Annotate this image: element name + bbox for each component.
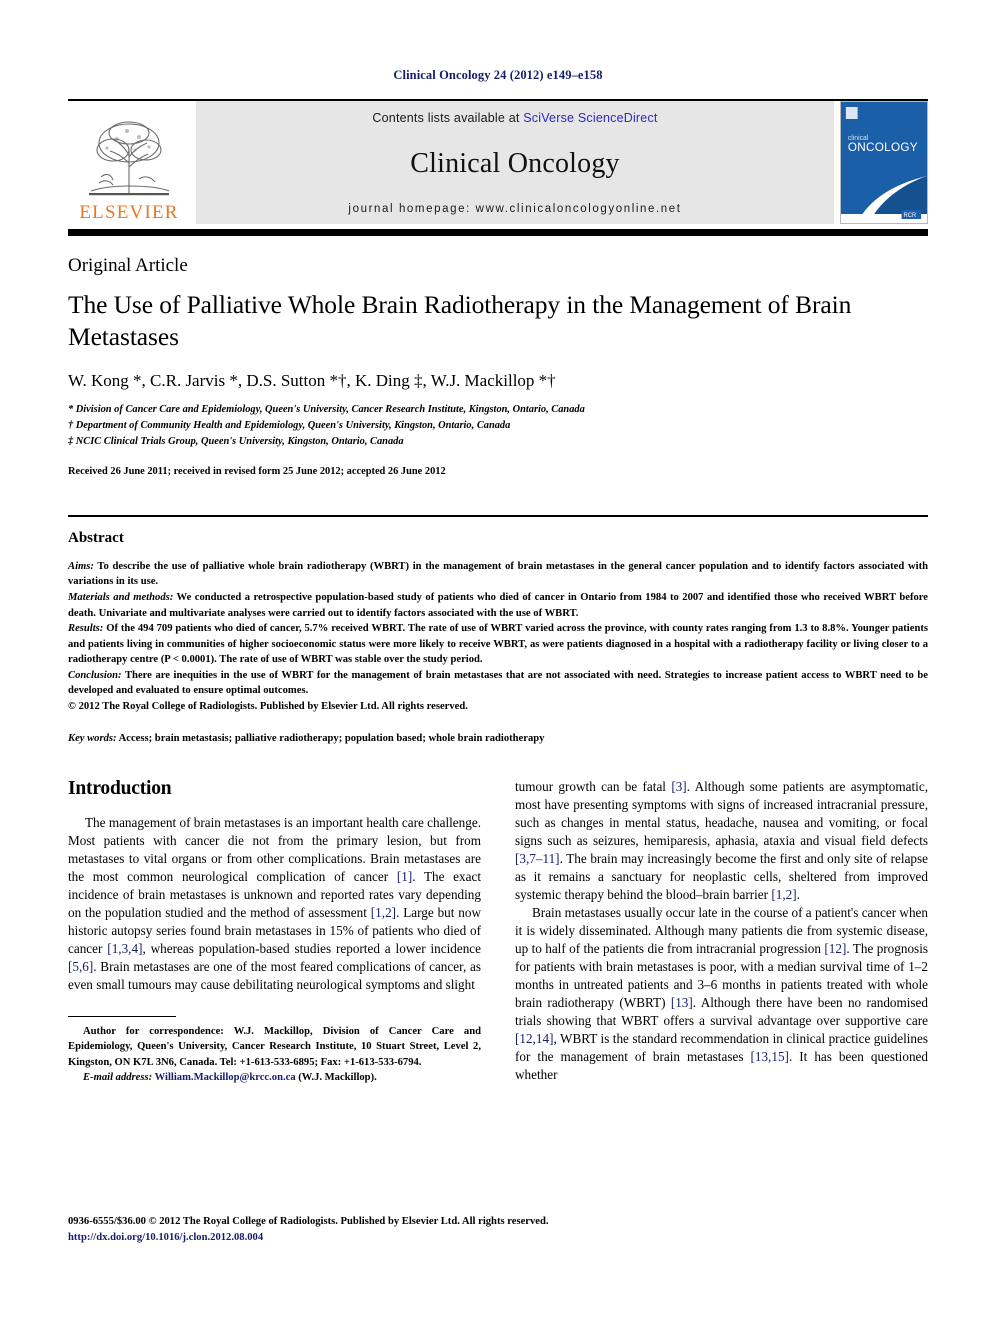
contents-available-line: Contents lists available at SciVerse Sci… bbox=[372, 111, 657, 125]
email-link[interactable]: William.Mackillop@krcc.on.ca bbox=[155, 1072, 296, 1083]
abstract-methods: Materials and methods: We conducted a re… bbox=[68, 590, 928, 621]
doi-link[interactable]: http://dx.doi.org/10.1016/j.clon.2012.08… bbox=[68, 1230, 928, 1246]
article-type-label: Original Article bbox=[68, 255, 188, 276]
abstract-heading: Abstract bbox=[68, 529, 124, 546]
journal-cover-thumbnail: clinical ONCOLOGY RCR bbox=[840, 101, 928, 224]
intro-left-e: . Brain metastases are one of the most f… bbox=[68, 959, 481, 993]
citation-ref[interactable]: [13,15] bbox=[750, 1049, 788, 1064]
body-two-column-layout: Introduction The management of brain met… bbox=[68, 778, 928, 1085]
citation-ref[interactable]: [5,6] bbox=[68, 959, 93, 974]
abstract-methods-label: Materials and methods: bbox=[68, 591, 174, 603]
email-label: E-mail address: bbox=[83, 1072, 153, 1084]
citation-ref[interactable]: [12] bbox=[824, 941, 846, 956]
citation-ref[interactable]: [3,7–11] bbox=[515, 851, 560, 866]
abstract-methods-text: We conducted a retrospective population-… bbox=[68, 591, 928, 619]
page-footer: 0936-6555/$36.00 © 2012 The Royal Colleg… bbox=[68, 1214, 928, 1246]
abstract-results: Results: Of the 494 709 patients who die… bbox=[68, 621, 928, 668]
issn-copyright-line: 0936-6555/$36.00 © 2012 The Royal Colleg… bbox=[68, 1216, 549, 1227]
intro-right-1d: . bbox=[796, 887, 800, 903]
introduction-heading: Introduction bbox=[68, 778, 172, 800]
intro-right-1c: . The brain may increasingly become the … bbox=[515, 851, 928, 903]
affiliation-item: * Division of Cancer Care and Epidemiolo… bbox=[68, 404, 585, 416]
citation-ref[interactable]: [1] bbox=[397, 869, 412, 884]
right-column: tumour growth can be fatal [3]. Although… bbox=[515, 778, 928, 1085]
svg-text:ONCOLOGY: ONCOLOGY bbox=[848, 140, 918, 154]
elsevier-wordmark: ELSEVIER bbox=[79, 202, 179, 223]
keywords-text: Access; brain metastasis; palliative rad… bbox=[116, 733, 545, 745]
citation-ref[interactable]: [1,2] bbox=[371, 905, 396, 920]
abstract-conclusion-label: Conclusion: bbox=[68, 669, 122, 681]
affiliation-item: † Department of Community Health and Epi… bbox=[68, 420, 511, 432]
abstract-aims-label: Aims: bbox=[68, 560, 94, 572]
abstract-aims: Aims: To describe the use of palliative … bbox=[68, 559, 928, 590]
abstract-results-text: Of the 494 709 patients who died of canc… bbox=[68, 623, 928, 666]
author-list: W. Kong *, C.R. Jarvis *, D.S. Sutton *†… bbox=[68, 370, 928, 392]
abstract-copyright: © 2012 The Royal College of Radiologists… bbox=[68, 700, 468, 712]
keywords-line: Key words: Access; brain metastasis; pal… bbox=[68, 733, 928, 744]
elsevier-logo: ELSEVIER bbox=[68, 101, 190, 224]
citation-ref[interactable]: [1,3,4] bbox=[107, 941, 142, 956]
citation-ref[interactable]: [13] bbox=[671, 995, 693, 1010]
sciencedirect-link[interactable]: SciVerse ScienceDirect bbox=[523, 111, 657, 125]
abstract-body: Aims: To describe the use of palliative … bbox=[68, 559, 928, 715]
abstract-aims-text: To describe the use of palliative whole … bbox=[68, 560, 928, 588]
masthead-bottom-rule bbox=[68, 229, 928, 236]
citation-ref[interactable]: [3] bbox=[671, 779, 686, 794]
intro-left-d: , whereas population-based studies repor… bbox=[142, 941, 481, 957]
intro-paragraph-right-1: tumour growth can be fatal [3]. Although… bbox=[515, 778, 928, 904]
abstract-conclusion-text: There are inequities in the use of WBRT … bbox=[68, 669, 928, 697]
article-title: The Use of Palliative Whole Brain Radiot… bbox=[68, 290, 852, 352]
left-column: Introduction The management of brain met… bbox=[68, 778, 481, 1085]
journal-title: Clinical Oncology bbox=[410, 148, 620, 179]
keywords-label: Key words: bbox=[68, 733, 117, 745]
journal-masthead: ELSEVIER Contents lists available at Sci… bbox=[68, 99, 928, 224]
footnote-rule bbox=[68, 1016, 176, 1018]
affiliation-list: * Division of Cancer Care and Epidemiolo… bbox=[68, 402, 928, 449]
intro-paragraph-right-2: Brain metastases usually occur late in t… bbox=[515, 904, 928, 1084]
author-list-text: W. Kong *, C.R. Jarvis *, D.S. Sutton *†… bbox=[68, 371, 556, 391]
journal-homepage-link[interactable]: journal homepage: www.clinicaloncologyon… bbox=[348, 203, 681, 215]
correspondence-footnote: Author for correspondence: W.J. Mackillo… bbox=[68, 1016, 481, 1085]
masthead-center: Contents lists available at SciVerse Sci… bbox=[196, 101, 834, 224]
svg-text:RCR: RCR bbox=[904, 213, 917, 219]
email-suffix: (W.J. Mackillop). bbox=[295, 1072, 377, 1084]
abstract-results-label: Results: bbox=[68, 623, 104, 635]
elsevier-tree-icon bbox=[89, 121, 170, 196]
abstract-conclusion: Conclusion: There are inequities in the … bbox=[68, 668, 928, 699]
article-history-dates: Received 26 June 2011; received in revis… bbox=[68, 465, 446, 477]
running-head-citation: Clinical Oncology 24 (2012) e149–e158 bbox=[393, 68, 603, 82]
correspondence-text: Author for correspondence: W.J. Mackillo… bbox=[68, 1026, 481, 1068]
abstract-top-rule bbox=[68, 514, 928, 517]
intro-paragraph-left: The management of brain metastases is an… bbox=[68, 814, 481, 994]
email-line: E-mail address: William.Mackillop@krcc.o… bbox=[68, 1070, 481, 1085]
paper-page: Clinical Oncology 24 (2012) e149–e158 EL… bbox=[0, 0, 992, 1323]
citation-ref[interactable]: [1,2] bbox=[771, 887, 796, 902]
intro-right-1a: tumour growth can be fatal bbox=[515, 779, 672, 795]
page-content: Clinical Oncology 24 (2012) e149–e158 EL… bbox=[68, 0, 928, 1085]
contents-prefix-text: Contents lists available at bbox=[372, 111, 524, 125]
citation-ref[interactable]: [12,14] bbox=[515, 1031, 553, 1046]
journal-cover-art: clinical ONCOLOGY RCR bbox=[841, 102, 927, 223]
affiliation-item: ‡ NCIC Clinical Trials Group, Queen's Un… bbox=[68, 436, 404, 448]
